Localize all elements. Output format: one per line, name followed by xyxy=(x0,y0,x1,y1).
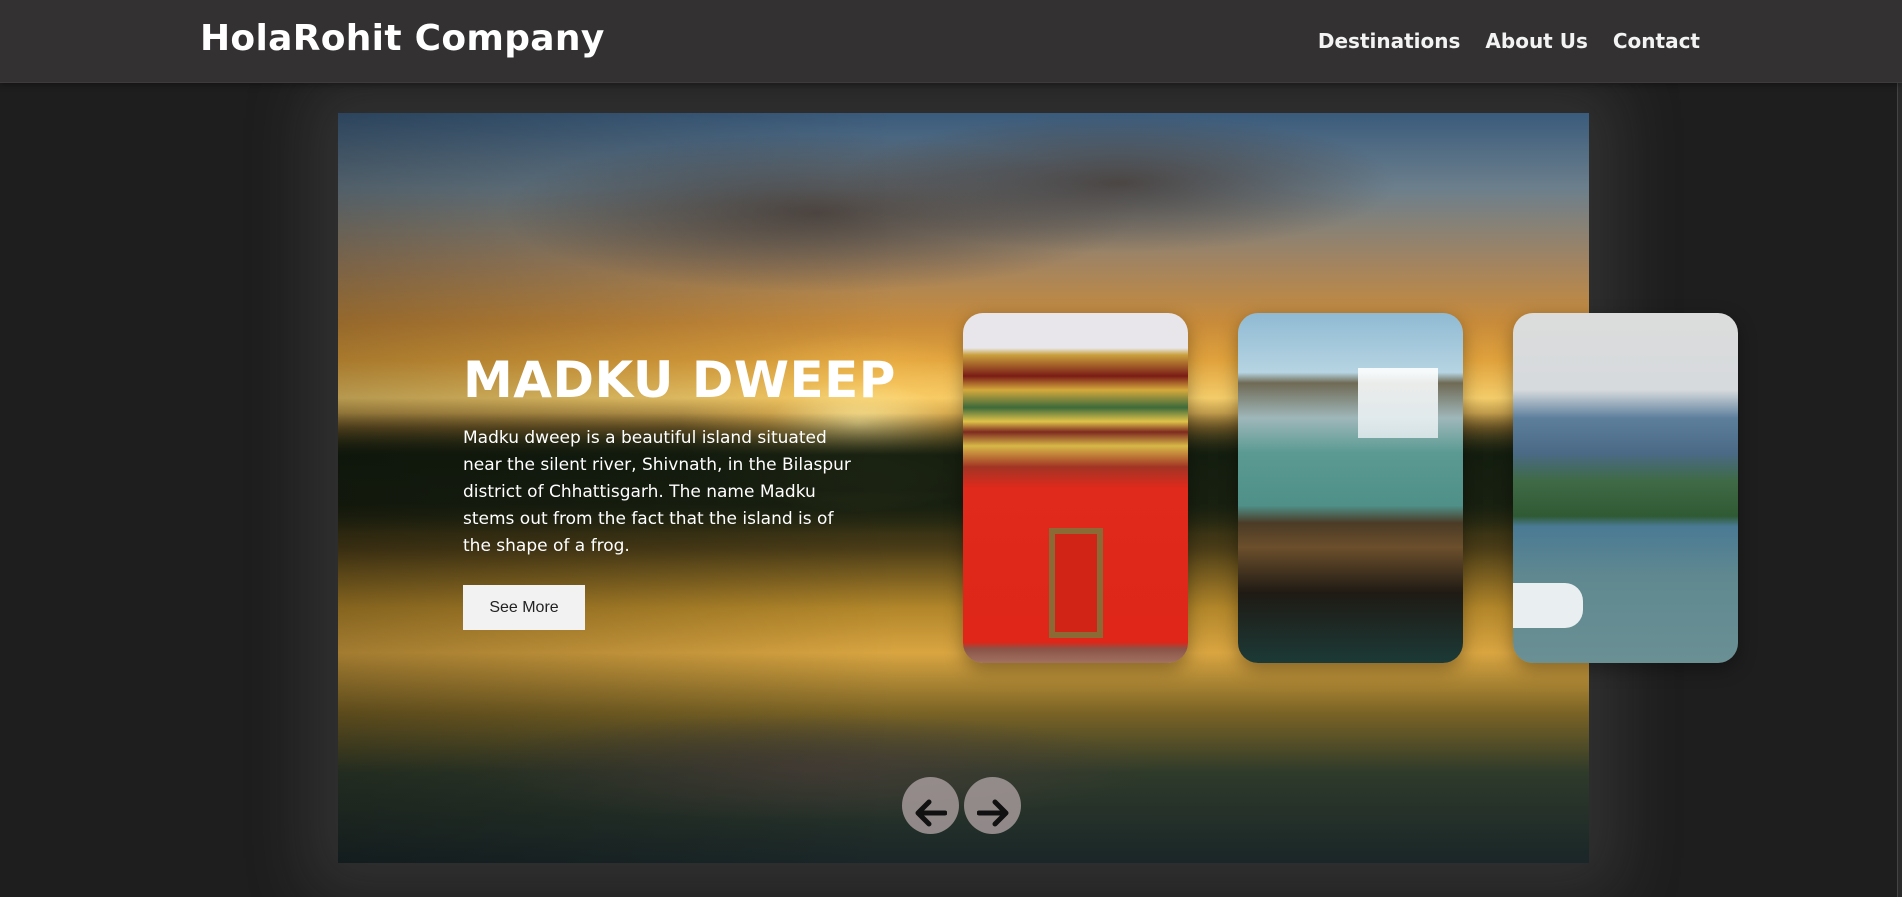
arrow-left-icon xyxy=(915,799,947,826)
hero-title: MADKU DWEEP xyxy=(463,351,896,409)
hero-background-cloud xyxy=(838,113,1398,253)
lake-speedboat-image xyxy=(1513,583,1583,628)
nav-link-contact[interactable]: Contact xyxy=(1613,29,1700,53)
page-scrollbar[interactable] xyxy=(1897,0,1902,897)
nav-link-destinations[interactable]: Destinations xyxy=(1318,29,1461,53)
nav-link-about-us[interactable]: About Us xyxy=(1485,29,1587,53)
next-slide-button[interactable] xyxy=(964,777,1021,834)
hero-description: Madku dweep is a beautiful island situat… xyxy=(463,428,851,556)
carousel-card-monastery[interactable] xyxy=(963,313,1188,663)
carousel-card-waterfall[interactable] xyxy=(1238,313,1463,663)
see-more-button[interactable]: See More xyxy=(463,585,585,630)
nav-links: Destinations About Us Contact xyxy=(1318,29,1700,53)
arrow-right-icon xyxy=(976,799,1008,826)
waterfall-boat-image xyxy=(1358,368,1438,438)
navbar: HolaRohit Company Destinations About Us … xyxy=(0,0,1902,83)
prev-slide-button[interactable] xyxy=(902,777,959,834)
carousel-card-lake[interactable] xyxy=(1513,313,1738,663)
monastery-image xyxy=(1049,528,1103,638)
brand-logo-text[interactable]: HolaRohit Company xyxy=(200,18,605,59)
